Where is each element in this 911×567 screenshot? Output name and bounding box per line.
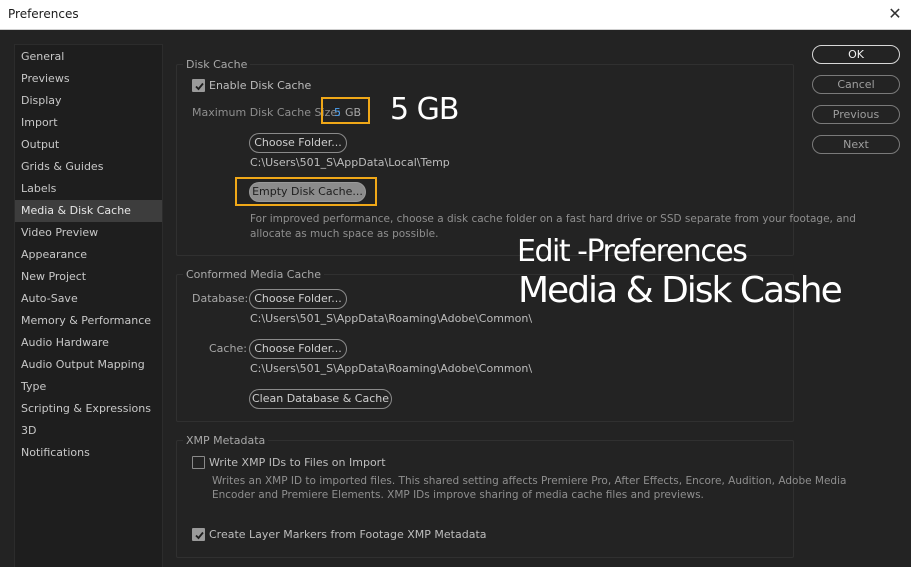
size-annotation: 5 GB <box>390 92 459 127</box>
cancel-button[interactable]: Cancel <box>812 75 900 94</box>
sidebar-item-new-project[interactable]: New Project <box>15 266 162 288</box>
disk-cache-path: C:\Users\501_S\AppData\Local\Temp <box>250 156 450 169</box>
checkmark-icon <box>195 531 204 540</box>
database-label: Database: <box>192 292 249 305</box>
empty-disk-cache-button[interactable]: Empty Disk Cache... <box>249 182 366 202</box>
sidebar-item-labels[interactable]: Labels <box>15 178 162 200</box>
sidebar-item-appearance[interactable]: Appearance <box>15 244 162 266</box>
disk-cache-hint-line2: allocate as much space as possible. <box>250 228 439 240</box>
max-cache-size-label: Maximum Disk Cache Size: <box>192 106 341 119</box>
sidebar-item-grids-guides[interactable]: Grids & Guides <box>15 156 162 178</box>
xmp-description-line2: Encoder and Premiere Elements. XMP IDs i… <box>212 489 704 501</box>
sidebar-item-audio-hardware[interactable]: Audio Hardware <box>15 332 162 354</box>
next-button[interactable]: Next <box>812 135 900 154</box>
database-choose-folder-button[interactable]: Choose Folder... <box>249 289 347 309</box>
sidebar-item-video-preview[interactable]: Video Preview <box>15 222 162 244</box>
sidebar-item-3d[interactable]: 3D <box>15 420 162 442</box>
disk-cache-title: Disk Cache <box>183 58 251 71</box>
sidebar-item-previews[interactable]: Previews <box>15 68 162 90</box>
size-highlight-box <box>321 97 370 124</box>
sidebar-item-output[interactable]: Output <box>15 134 162 156</box>
create-layer-markers-label: Create Layer Markers from Footage XMP Me… <box>209 528 487 541</box>
conformed-media-cache-title: Conformed Media Cache <box>183 268 325 281</box>
sidebar-item-media-disk-cache[interactable]: Media & Disk Cache <box>15 200 162 222</box>
previous-button[interactable]: Previous <box>812 105 900 124</box>
sidebar-item-auto-save[interactable]: Auto-Save <box>15 288 162 310</box>
write-xmp-ids-label: Write XMP IDs to Files on Import <box>209 456 386 469</box>
cache-label: Cache: <box>209 342 247 355</box>
close-icon[interactable]: ✕ <box>885 4 905 24</box>
checkmark-icon <box>195 82 204 91</box>
sidebar-item-display[interactable]: Display <box>15 90 162 112</box>
create-layer-markers-checkbox[interactable] <box>192 528 205 541</box>
annotation-line2: Media & Disk Cashe <box>518 270 843 311</box>
title-bar: Preferences ✕ <box>0 0 911 30</box>
annotation-line1: Edit -Preferences <box>517 234 748 269</box>
enable-disk-cache-label: Enable Disk Cache <box>209 79 312 92</box>
sidebar-item-scripting-expressions[interactable]: Scripting & Expressions <box>15 398 162 420</box>
sidebar-item-audio-output-mapping[interactable]: Audio Output Mapping <box>15 354 162 376</box>
sidebar-item-type[interactable]: Type <box>15 376 162 398</box>
disk-cache-hint-line1: For improved performance, choose a disk … <box>250 213 856 225</box>
sidebar-item-import[interactable]: Import <box>15 112 162 134</box>
write-xmp-ids-checkbox[interactable] <box>192 456 205 469</box>
sidebar-item-memory-performance[interactable]: Memory & Performance <box>15 310 162 332</box>
sidebar-item-notifications[interactable]: Notifications <box>15 442 162 464</box>
sidebar-item-general[interactable]: General <box>15 46 162 68</box>
cache-path: C:\Users\501_S\AppData\Roaming\Adobe\Com… <box>250 362 533 375</box>
ok-button[interactable]: OK <box>812 45 900 64</box>
window-title: Preferences <box>8 7 79 21</box>
preferences-sidebar: General Previews Display Import Output G… <box>14 44 163 567</box>
enable-disk-cache-checkbox[interactable] <box>192 79 205 92</box>
xmp-metadata-title: XMP Metadata <box>183 434 269 447</box>
cache-choose-folder-button[interactable]: Choose Folder... <box>249 339 347 359</box>
clean-database-cache-button[interactable]: Clean Database & Cache <box>249 389 392 409</box>
disk-cache-choose-folder-button[interactable]: Choose Folder... <box>249 133 347 153</box>
database-path: C:\Users\501_S\AppData\Roaming\Adobe\Com… <box>250 312 533 325</box>
xmp-description-line1: Writes an XMP ID to imported files. This… <box>212 475 847 487</box>
